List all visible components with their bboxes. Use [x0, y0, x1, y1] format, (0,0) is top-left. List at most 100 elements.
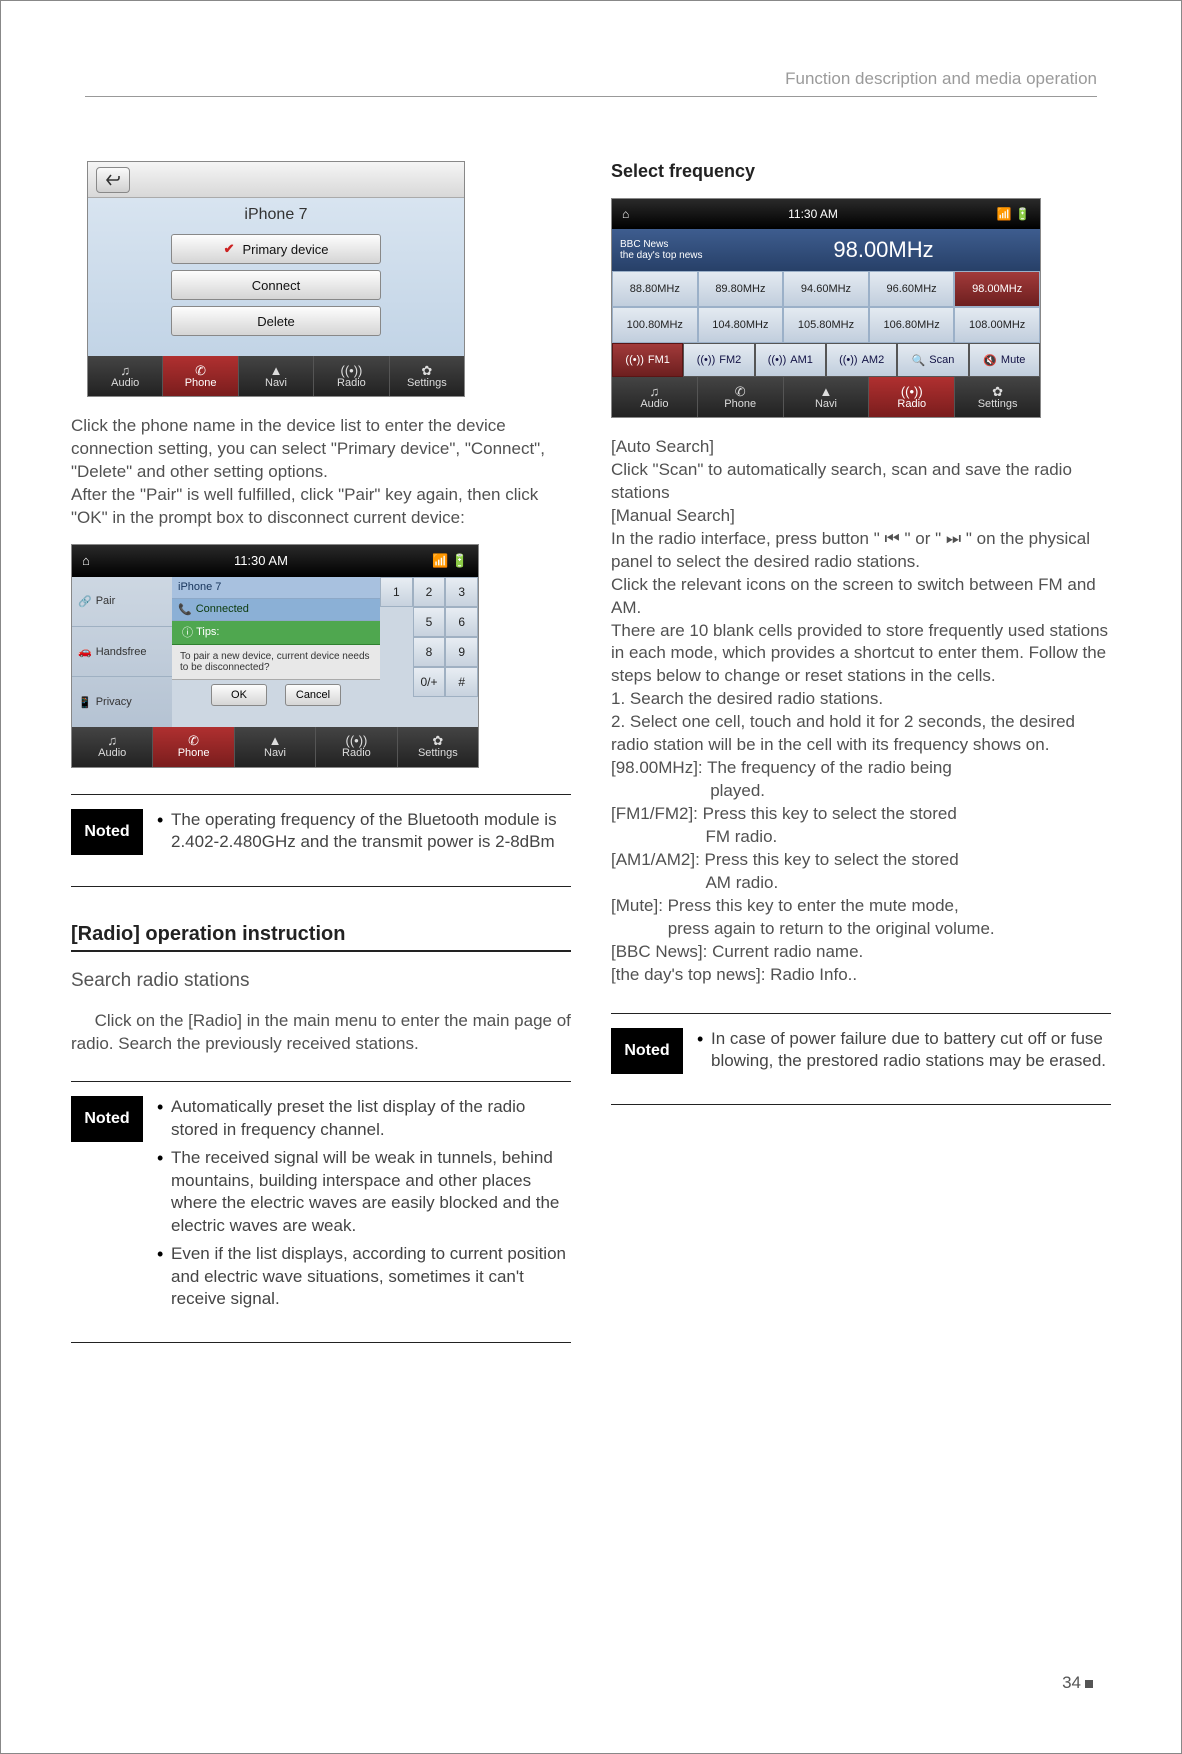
- current-frequency: 98.00MHz: [727, 229, 1040, 271]
- select-frequency-heading: Select frequency: [611, 161, 1111, 182]
- nav-phone[interactable]: ✆Phone: [163, 356, 238, 396]
- gear-icon: ✿: [992, 385, 1003, 398]
- key-2[interactable]: 2: [413, 577, 446, 607]
- left-paragraph-2: Click on the [Radio] in the main menu to…: [71, 1010, 571, 1056]
- navi-icon: ▲: [820, 385, 833, 398]
- mute-button[interactable]: 🔇Mute: [969, 343, 1040, 377]
- handsfree-tab[interactable]: 🚗Handsfree: [72, 627, 172, 677]
- phone-icon: 📱: [78, 696, 92, 709]
- rule: [611, 1013, 1111, 1014]
- cancel-button[interactable]: Cancel: [285, 684, 341, 706]
- radio-icon: ((•)): [901, 385, 923, 398]
- band-fm1[interactable]: ((•))FM1: [612, 343, 683, 377]
- nav2-phone[interactable]: ✆Phone: [153, 727, 234, 767]
- device-settings-screenshot: iPhone 7 ✔ Primary device Connect Delete…: [87, 161, 465, 397]
- left-column: iPhone 7 ✔ Primary device Connect Delete…: [71, 161, 571, 1357]
- radio-section-title: [Radio] operation instruction: [71, 923, 571, 946]
- rule: [611, 1104, 1111, 1105]
- nav-audio[interactable]: ♫Audio: [88, 356, 163, 396]
- freq-cell-2[interactable]: 94.60MHz: [783, 271, 869, 307]
- freq-cell-7[interactable]: 105.80MHz: [783, 307, 869, 343]
- connected-row: 📞Connected: [172, 599, 380, 621]
- key-6[interactable]: 6: [445, 607, 478, 637]
- disconnect-prompt-screenshot: ⌂ 11:30 AM 📶 🔋 🔗Pair 🚗Handsfree 📱Privacy…: [71, 544, 479, 768]
- home-icon[interactable]: ⌂: [622, 207, 629, 221]
- freq-cell-3[interactable]: 96.60MHz: [869, 271, 955, 307]
- nav3-phone[interactable]: ✆Phone: [698, 377, 784, 417]
- nav-navi[interactable]: ▲Navi: [239, 356, 314, 396]
- pair-tab[interactable]: 🔗Pair: [72, 577, 172, 627]
- rule: [71, 886, 571, 887]
- noted3-text: In case of power failure due to battery …: [697, 1028, 1111, 1073]
- prompt-text: To pair a new device, current device nee…: [172, 645, 380, 680]
- check-icon: ✔: [224, 241, 235, 257]
- phone-icon: ✆: [188, 734, 199, 747]
- freq-cell-1[interactable]: 89.80MHz: [698, 271, 784, 307]
- band-fm2[interactable]: ((•))FM2: [683, 343, 754, 377]
- nav-strip: ♫Audio ✆Phone ▲Navi ((•))Radio ✿Settings: [88, 356, 464, 396]
- connect-button[interactable]: Connect: [171, 270, 381, 300]
- clock-label: 11:30 AM: [234, 553, 288, 568]
- noted2-a: Automatically preset the list display of…: [157, 1096, 571, 1141]
- noted2-b: The received signal will be weak in tunn…: [157, 1147, 571, 1237]
- music-icon: ♫: [107, 734, 117, 747]
- nav3-radio[interactable]: ((•))Radio: [869, 377, 955, 417]
- nav2-audio[interactable]: ♫Audio: [72, 727, 153, 767]
- key-9[interactable]: 9: [445, 637, 478, 667]
- car-icon: 🚗: [78, 645, 92, 658]
- search-icon: 🔍: [912, 354, 926, 367]
- nav2-radio[interactable]: ((•))Radio: [316, 727, 397, 767]
- key-8[interactable]: 8: [413, 637, 446, 667]
- left-paragraph-1: Click the phone name in the device list …: [71, 415, 571, 530]
- scan-button[interactable]: 🔍Scan: [897, 343, 968, 377]
- info-icon: ⓘ: [182, 624, 193, 640]
- device-row: iPhone 7: [172, 577, 380, 599]
- band-am2[interactable]: ((•))AM2: [826, 343, 897, 377]
- noted-badge: Noted: [71, 809, 143, 855]
- freq-cell-6[interactable]: 104.80MHz: [698, 307, 784, 343]
- antenna-icon: ((•)): [625, 354, 644, 366]
- station-info: the day's top news: [620, 250, 727, 261]
- rule: [71, 1342, 571, 1343]
- back-button[interactable]: [96, 167, 130, 193]
- nav-settings[interactable]: ✿Settings: [390, 356, 464, 396]
- nav2-navi[interactable]: ▲Navi: [235, 727, 316, 767]
- navi-icon: ▲: [270, 364, 283, 377]
- radio-screenshot: ⌂ 11:30 AM 📶 🔋 BBC News the day's top ne…: [611, 198, 1041, 418]
- freq-cell-5[interactable]: 100.80MHz: [612, 307, 698, 343]
- key-1[interactable]: 1: [380, 577, 413, 607]
- tips-bar: ⓘ Tips:: [172, 621, 380, 645]
- freq-cell-8[interactable]: 106.80MHz: [869, 307, 955, 343]
- gear-icon: ✿: [421, 364, 432, 377]
- radio-icon: ((•)): [345, 734, 367, 747]
- key-0plus[interactable]: 0/+: [413, 667, 446, 697]
- freq-cell-9[interactable]: 108.00MHz: [954, 307, 1040, 343]
- noted-bluetooth-text: The operating frequency of the Bluetooth…: [157, 809, 571, 854]
- status-icons: 📶 🔋: [432, 553, 468, 569]
- freq-cell-4[interactable]: 98.00MHz: [954, 271, 1040, 307]
- nav3-audio[interactable]: ♫Audio: [612, 377, 698, 417]
- nav-strip-3: ♫Audio ✆Phone ▲Navi ((•))Radio ✿Settings: [612, 377, 1040, 417]
- key-hash[interactable]: #: [445, 667, 478, 697]
- noted-badge: Noted: [71, 1096, 143, 1142]
- antenna-icon: ((•)): [768, 354, 787, 366]
- nav-radio[interactable]: ((•))Radio: [314, 356, 389, 396]
- rule: [71, 794, 571, 795]
- band-am1[interactable]: ((•))AM1: [755, 343, 826, 377]
- privacy-tab[interactable]: 📱Privacy: [72, 677, 172, 726]
- freq-cell-0[interactable]: 88.80MHz: [612, 271, 698, 307]
- phone-icon: 📞: [178, 603, 192, 616]
- music-icon: ♫: [120, 364, 130, 377]
- connect-label: Connect: [252, 278, 300, 293]
- nav2-settings[interactable]: ✿Settings: [398, 727, 478, 767]
- nav3-settings[interactable]: ✿Settings: [955, 377, 1040, 417]
- delete-button[interactable]: Delete: [171, 306, 381, 336]
- header-rule: [85, 96, 1097, 97]
- key-3[interactable]: 3: [445, 577, 478, 607]
- home-icon[interactable]: ⌂: [82, 553, 90, 568]
- key-5[interactable]: 5: [413, 607, 446, 637]
- ok-button[interactable]: OK: [211, 684, 267, 706]
- nav3-navi[interactable]: ▲Navi: [784, 377, 870, 417]
- primary-device-button[interactable]: ✔ Primary device: [171, 234, 381, 264]
- gear-icon: ✿: [432, 734, 443, 747]
